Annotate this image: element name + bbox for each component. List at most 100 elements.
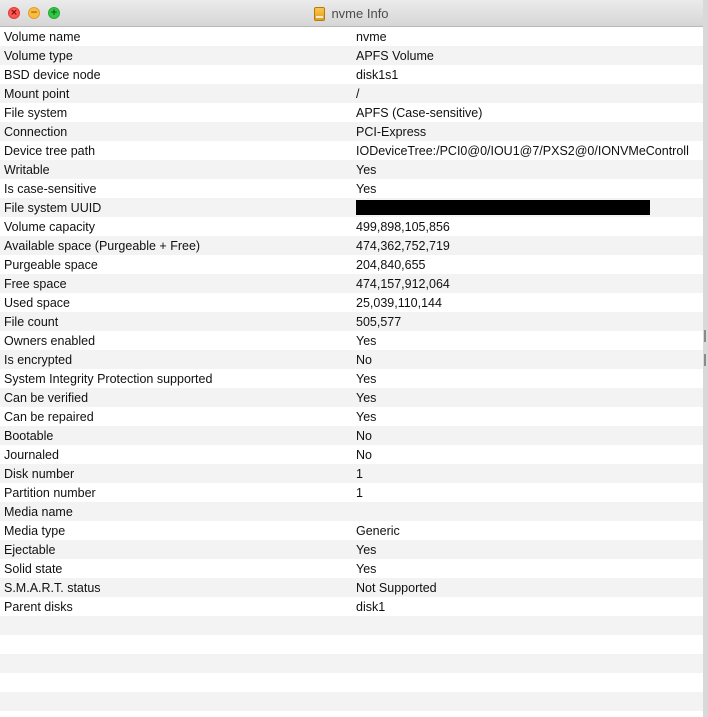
table-row[interactable]: Bootable No bbox=[0, 426, 703, 445]
table-row[interactable]: System Integrity Protection supported Yes bbox=[0, 369, 703, 388]
table-row[interactable]: Device tree path IODeviceTree:/PCI0@0/IOU… bbox=[0, 141, 703, 160]
row-key: Media type bbox=[4, 523, 66, 538]
table-row[interactable]: Owners enabled Yes bbox=[0, 331, 703, 350]
row-value: disk1s1 bbox=[356, 67, 399, 82]
row-value: Generic bbox=[356, 523, 400, 538]
table-row[interactable]: Connection PCI-Express bbox=[0, 122, 703, 141]
table-row[interactable] bbox=[0, 673, 703, 692]
table-row[interactable] bbox=[0, 616, 703, 635]
row-value: No bbox=[356, 447, 372, 462]
table-row[interactable]: Partition number 1 bbox=[0, 483, 703, 502]
table-row[interactable]: Can be verified Yes bbox=[0, 388, 703, 407]
row-value: No bbox=[356, 352, 372, 367]
row-value: 499,898,105,856 bbox=[356, 219, 450, 234]
row-key: Owners enabled bbox=[4, 333, 96, 348]
row-value: 474,362,752,719 bbox=[356, 238, 450, 253]
title-bar[interactable]: × − + nvme Info bbox=[0, 0, 703, 27]
row-key: Journaled bbox=[4, 447, 59, 462]
row-key: Volume type bbox=[4, 48, 73, 63]
background-window-mark bbox=[704, 330, 706, 342]
row-key: Solid state bbox=[4, 561, 63, 576]
table-row[interactable]: File count 505,577 bbox=[0, 312, 703, 331]
table-row[interactable]: Media name bbox=[0, 502, 703, 521]
row-key: Device tree path bbox=[4, 143, 96, 158]
row-value: 204,840,655 bbox=[356, 257, 426, 272]
row-value: Yes bbox=[356, 390, 377, 405]
window-title-area: nvme Info bbox=[0, 0, 703, 27]
row-value bbox=[356, 200, 703, 216]
table-row[interactable]: Can be repaired Yes bbox=[0, 407, 703, 426]
row-value: / bbox=[356, 86, 360, 101]
table-row[interactable]: File system UUID bbox=[0, 198, 703, 217]
row-value: 25,039,110,144 bbox=[356, 295, 442, 310]
row-value: nvme bbox=[356, 29, 387, 44]
row-value: Not Supported bbox=[356, 580, 437, 595]
row-key: Is case-sensitive bbox=[4, 181, 97, 196]
table-row[interactable]: Ejectable Yes bbox=[0, 540, 703, 559]
table-row[interactable]: Available space (Purgeable + Free) 474,36… bbox=[0, 236, 703, 255]
row-key: Available space (Purgeable + Free) bbox=[4, 238, 201, 253]
row-key: Is encrypted bbox=[4, 352, 73, 367]
table-row[interactable] bbox=[0, 692, 703, 711]
table-row[interactable]: Parent disks disk1 bbox=[0, 597, 703, 616]
row-key: System Integrity Protection supported bbox=[4, 371, 213, 386]
table-row[interactable]: Purgeable space 204,840,655 bbox=[0, 255, 703, 274]
info-window: × − + nvme Info Volume name nvme Volume ty… bbox=[0, 0, 703, 717]
row-key: Volume name bbox=[4, 29, 81, 44]
table-row[interactable]: Volume name nvme bbox=[0, 27, 703, 46]
row-key: Disk number bbox=[4, 466, 75, 481]
table-row[interactable]: Is encrypted No bbox=[0, 350, 703, 369]
table-row[interactable] bbox=[0, 654, 703, 673]
row-value: 474,157,912,064 bbox=[356, 276, 450, 291]
row-key: Connection bbox=[4, 124, 68, 139]
table-row[interactable]: Volume capacity 499,898,105,856 bbox=[0, 217, 703, 236]
row-value: Yes bbox=[356, 409, 377, 424]
row-value: Yes bbox=[356, 181, 377, 196]
table-row[interactable]: Solid state Yes bbox=[0, 559, 703, 578]
row-key: Mount point bbox=[4, 86, 70, 101]
background-window-mark bbox=[704, 354, 706, 366]
row-value: 1 bbox=[356, 485, 363, 500]
row-key: Volume capacity bbox=[4, 219, 96, 234]
row-key: Can be verified bbox=[4, 390, 89, 405]
row-value: Yes bbox=[356, 333, 377, 348]
row-key: Writable bbox=[4, 162, 50, 177]
table-row[interactable]: Disk number 1 bbox=[0, 464, 703, 483]
table-row[interactable]: Used space 25,039,110,144 bbox=[0, 293, 703, 312]
row-value: disk1 bbox=[356, 599, 386, 614]
external-disk-icon bbox=[314, 6, 326, 21]
row-value: APFS Volume bbox=[356, 48, 434, 63]
row-value: PCI-Express bbox=[356, 124, 427, 139]
table-row[interactable]: S.M.A.R.T. status Not Supported bbox=[0, 578, 703, 597]
row-value: IODeviceTree:/PCI0@0/IOU1@7/PXS2@0/IONVM… bbox=[356, 143, 689, 158]
row-key: S.M.A.R.T. status bbox=[4, 580, 101, 595]
row-key: Ejectable bbox=[4, 542, 56, 557]
window-title: nvme Info bbox=[331, 6, 389, 21]
table-row[interactable]: Is case-sensitive Yes bbox=[0, 179, 703, 198]
info-table: Volume name nvme Volume type APFS Volume BSD… bbox=[0, 27, 703, 717]
redacted-block bbox=[356, 200, 650, 216]
row-key: Parent disks bbox=[4, 599, 73, 614]
row-key: Used space bbox=[4, 295, 71, 310]
row-key: File system UUID bbox=[4, 200, 102, 215]
row-key: BSD device node bbox=[4, 67, 101, 82]
table-row[interactable]: BSD device node disk1s1 bbox=[0, 65, 703, 84]
row-value: No bbox=[356, 428, 372, 443]
table-row[interactable]: Journaled No bbox=[0, 445, 703, 464]
row-value: 1 bbox=[356, 466, 363, 481]
row-key: Partition number bbox=[4, 485, 96, 500]
table-row[interactable] bbox=[0, 635, 703, 654]
row-key: Can be repaired bbox=[4, 409, 94, 424]
table-row[interactable]: Volume type APFS Volume bbox=[0, 46, 703, 65]
row-value: Yes bbox=[356, 561, 377, 576]
table-row[interactable]: Free space 474,157,912,064 bbox=[0, 274, 703, 293]
row-value: 505,577 bbox=[356, 314, 402, 329]
table-row[interactable]: Mount point / bbox=[0, 84, 703, 103]
row-key: Purgeable space bbox=[4, 257, 98, 272]
table-row[interactable]: File system APFS (Case-sensitive) bbox=[0, 103, 703, 122]
table-row[interactable]: Writable Yes bbox=[0, 160, 703, 179]
row-key: Free space bbox=[4, 276, 67, 291]
table-row[interactable]: Media type Generic bbox=[0, 521, 703, 540]
row-value: Yes bbox=[356, 371, 377, 386]
row-key: Bootable bbox=[4, 428, 54, 443]
